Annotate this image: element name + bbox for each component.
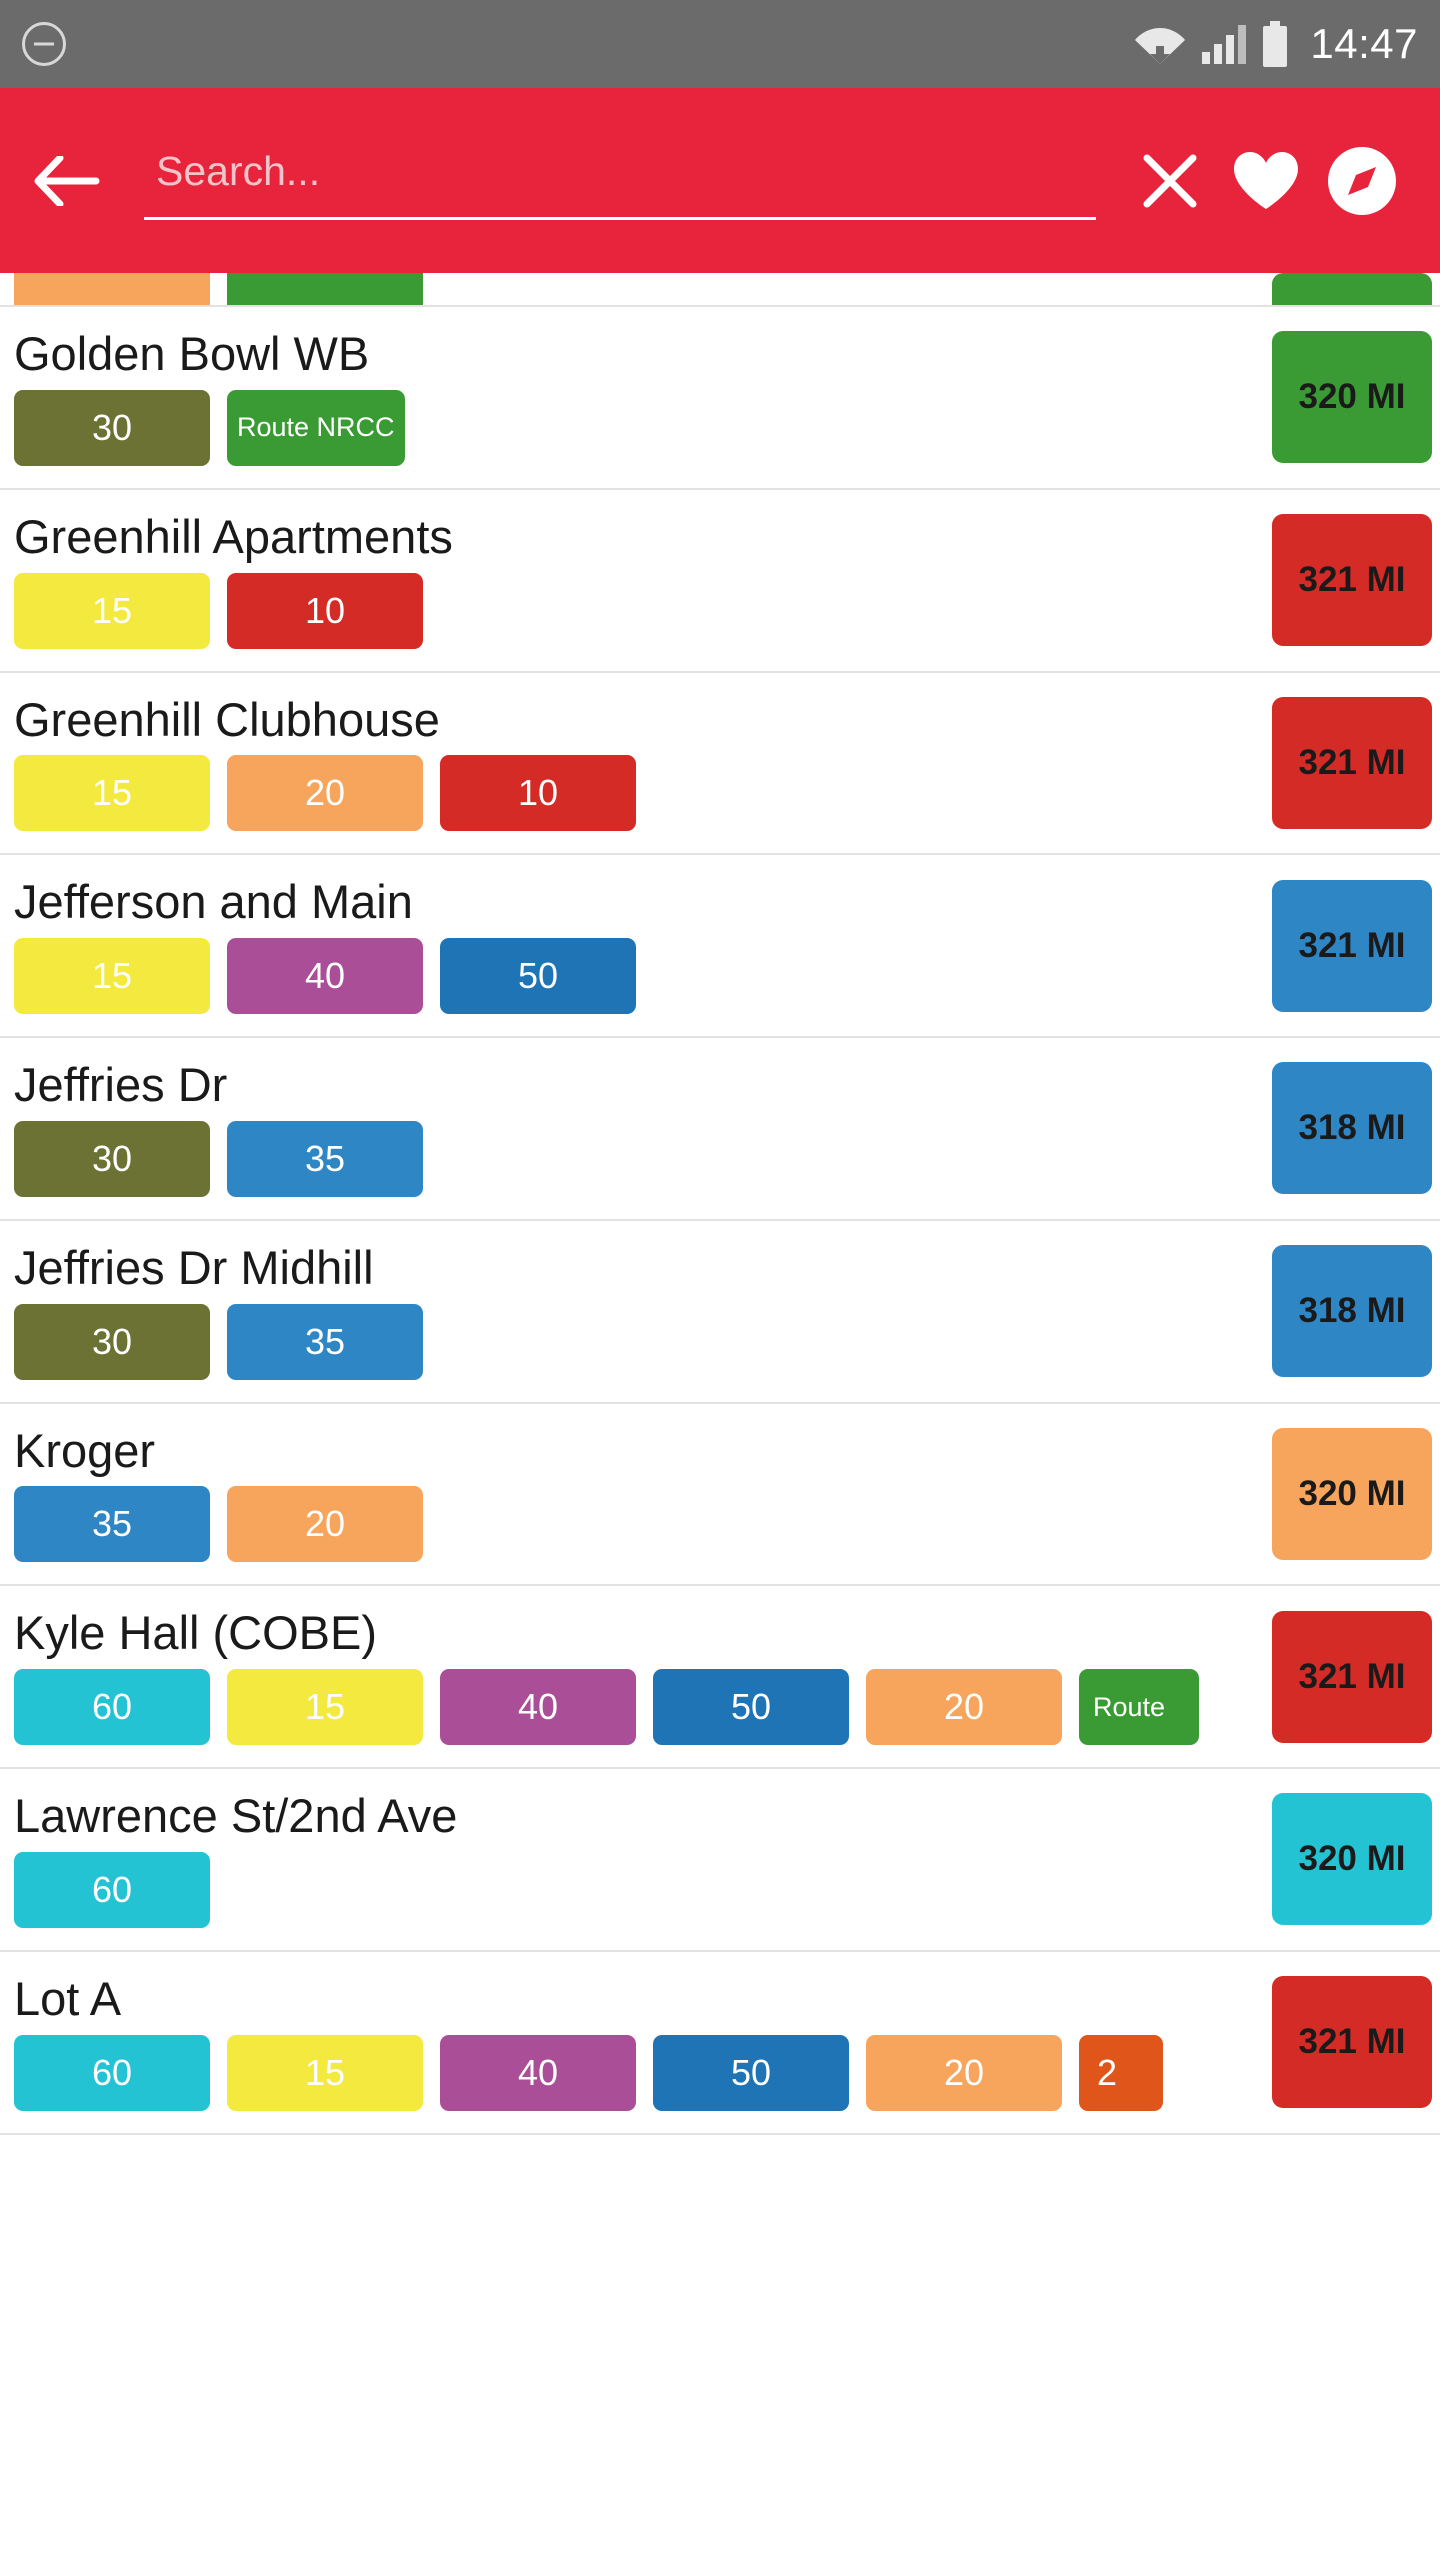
search-input[interactable] (144, 141, 1096, 220)
list-item-title: Jeffries Dr (14, 1058, 228, 1111)
route-chip-group: 30 35 (0, 1303, 1440, 1380)
route-chip[interactable]: 20 (227, 1486, 423, 1563)
route-chip[interactable] (227, 273, 423, 305)
route-chip[interactable]: Route NRCC (227, 389, 405, 466)
route-chip-group (0, 273, 1440, 305)
route-chip[interactable]: 10 (440, 755, 636, 832)
route-chip[interactable]: 60 (14, 1851, 210, 1928)
distance-badge: 320 MI (1272, 331, 1432, 464)
status-bar-left (22, 22, 66, 66)
route-chip[interactable]: 60 (14, 1669, 210, 1745)
distance-badge: 321 MI (1272, 1610, 1432, 1743)
route-chip-group: 60 15 40 50 20 2 (0, 2034, 1440, 2111)
route-chip[interactable]: 2 (1079, 2034, 1163, 2111)
route-chip[interactable]: 50 (440, 938, 636, 1014)
route-chip[interactable]: 35 (14, 1486, 210, 1563)
status-bar-clock: 14:47 (1310, 20, 1418, 67)
route-chip[interactable]: 30 (14, 389, 210, 466)
search-field-wrapper[interactable] (144, 136, 1096, 226)
distance-badge: 321 MI (1272, 1976, 1432, 2109)
list-item[interactable]: Jefferson and Main 15 40 50 321 MI (0, 855, 1440, 1038)
list-item-title: Jeffries Dr Midhill (14, 1240, 374, 1294)
route-chip[interactable]: 50 (653, 2034, 849, 2111)
route-chip-group: 15 20 10 (0, 755, 1440, 832)
list-item-title: Greenhill Apartments (14, 509, 453, 563)
route-chip[interactable]: 60 (14, 2034, 210, 2111)
list-item-title: Kroger (14, 1423, 156, 1477)
heart-icon[interactable] (1218, 133, 1314, 229)
battery-icon (1263, 21, 1288, 67)
route-chip[interactable]: 40 (440, 2034, 636, 2111)
route-chip[interactable]: 15 (227, 1669, 423, 1745)
list-item[interactable]: Kroger 35 20 320 MI (0, 1403, 1440, 1587)
app-bar (0, 88, 1440, 273)
list-item-title: Lawrence St/2nd Ave (14, 1789, 458, 1842)
route-chip[interactable]: 35 (227, 1303, 423, 1380)
route-chip-group: 35 20 (0, 1486, 1440, 1563)
minus-circle-icon (22, 22, 66, 66)
signal-icon (1202, 25, 1247, 64)
route-chip[interactable]: 35 (227, 1120, 423, 1197)
list-item-title: Greenhill Clubhouse (14, 692, 440, 746)
route-chip[interactable]: 30 (14, 1120, 210, 1197)
list-item-title: Jefferson and Main (14, 875, 413, 929)
route-chip[interactable]: 15 (227, 2034, 423, 2111)
route-chip[interactable]: 20 (866, 2034, 1062, 2111)
distance-badge: 320 MI (1272, 1427, 1432, 1560)
list-item[interactable]: Jeffries Dr 30 35 318 MI (0, 1038, 1440, 1221)
list-item[interactable]: Greenhill Apartments 15 10 321 MI (0, 489, 1440, 673)
route-chip-group: 15 10 (0, 572, 1440, 649)
route-chip[interactable]: 15 (14, 572, 210, 649)
route-chip[interactable]: 40 (227, 938, 423, 1014)
distance-badge: 320 MI (1272, 1793, 1432, 1926)
distance-badge: 321 MI (1272, 514, 1432, 647)
list-item[interactable]: Kyle Hall (COBE) 60 15 40 50 20 Route 321 MI (0, 1586, 1440, 1769)
route-chip-group: 30 35 (0, 1120, 1440, 1197)
compass-icon[interactable] (1314, 133, 1410, 229)
route-chip-group: 60 15 40 50 20 Route (0, 1669, 1440, 1745)
distance-badge (1272, 273, 1432, 305)
route-chip[interactable]: 15 (14, 938, 210, 1014)
list-item-title: Golden Bowl WB (14, 327, 370, 380)
route-chip-group: 60 (0, 1851, 1440, 1928)
stop-list[interactable]: Golden Bowl WB 30 Route NRCC 320 MI Greenhil… (0, 273, 1440, 2560)
list-item[interactable]: Greenhill Clubhouse 15 20 10 321 MI (0, 672, 1440, 856)
route-chip[interactable] (14, 273, 210, 305)
list-item-title: Kyle Hall (COBE) (14, 1606, 378, 1660)
route-chip[interactable]: 15 (14, 755, 210, 832)
route-chip[interactable]: Route (1079, 1669, 1199, 1745)
distance-badge: 318 MI (1272, 1245, 1432, 1378)
back-arrow-icon[interactable] (28, 142, 106, 220)
list-item[interactable]: Jeffries Dr Midhill 30 35 318 MI (0, 1220, 1440, 1404)
route-chip[interactable]: 10 (227, 572, 423, 649)
route-chip[interactable]: 20 (866, 1669, 1062, 1745)
route-chip[interactable]: 30 (14, 1303, 210, 1380)
list-item[interactable]: Golden Bowl WB 30 Route NRCC 320 MI (0, 307, 1440, 490)
list-item[interactable] (0, 273, 1440, 307)
route-chip-group: 30 Route NRCC (0, 389, 1440, 466)
close-icon[interactable] (1122, 133, 1218, 229)
list-item[interactable]: Lot A 60 15 40 50 20 2 321 MI (0, 1951, 1440, 2135)
route-chip[interactable]: 20 (227, 755, 423, 832)
wifi-icon (1135, 28, 1186, 64)
route-chip[interactable]: 40 (440, 1669, 636, 1745)
status-bar-right: 14:47 (1134, 21, 1418, 67)
distance-badge: 321 MI (1272, 696, 1432, 829)
list-item[interactable]: Lawrence St/2nd Ave 60 320 MI (0, 1769, 1440, 1952)
route-chip-group: 15 40 50 (0, 938, 1440, 1014)
list-item-title: Lot A (14, 1971, 122, 2025)
status-bar: 14:47 (0, 0, 1440, 88)
route-chip[interactable]: 50 (653, 1669, 849, 1745)
distance-badge: 318 MI (1272, 1062, 1432, 1195)
distance-badge: 321 MI (1272, 879, 1432, 1012)
